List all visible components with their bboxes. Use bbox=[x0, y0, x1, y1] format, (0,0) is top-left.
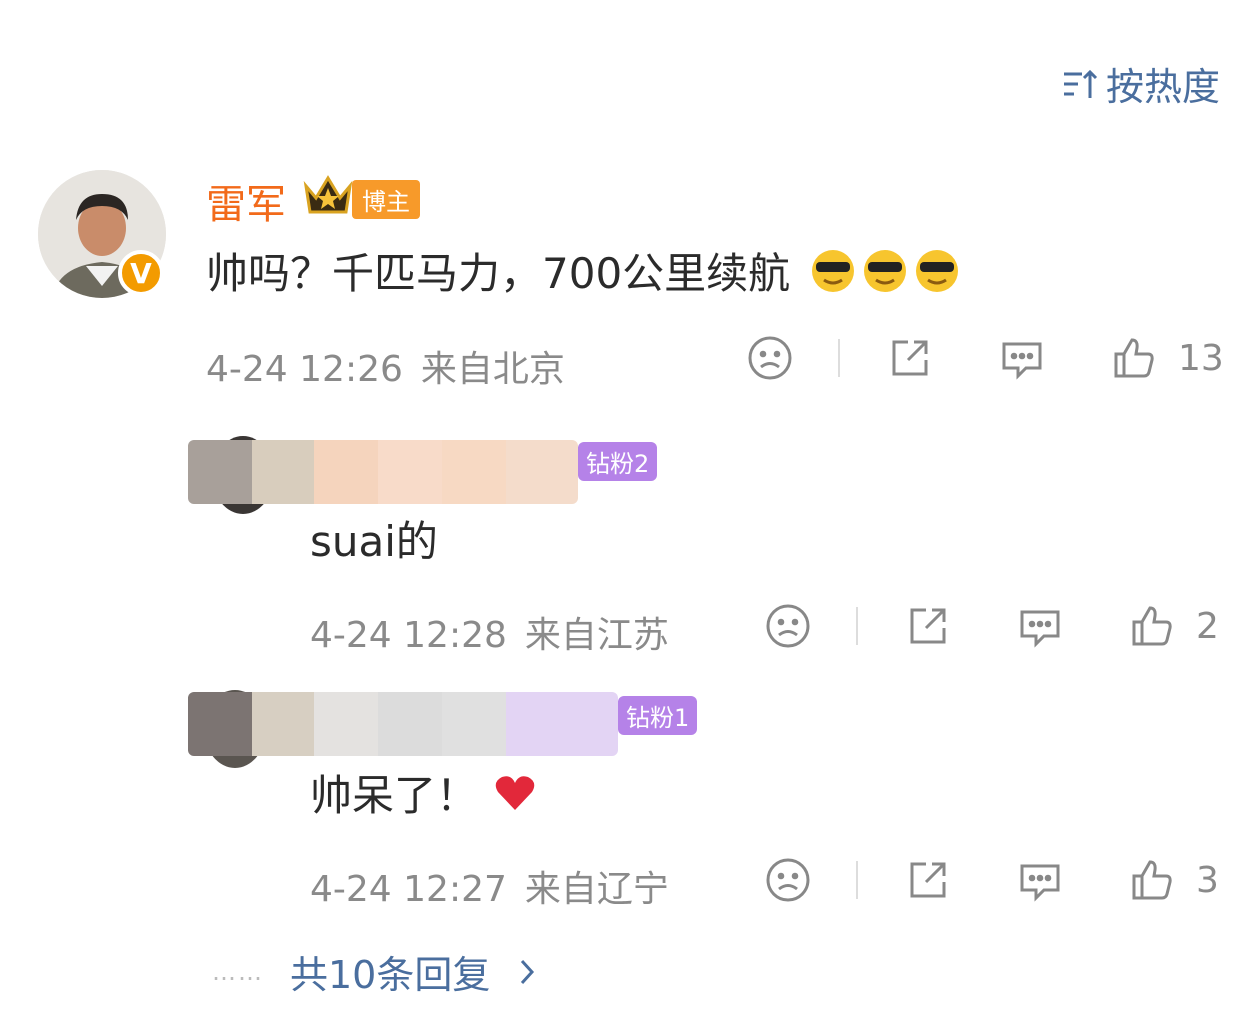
like-count: 2 bbox=[1196, 605, 1219, 647]
dots-separator: …… bbox=[212, 957, 264, 986]
main-comment-actions: 13 bbox=[746, 334, 1224, 382]
reply-actions: 2 bbox=[764, 602, 1219, 650]
main-comment-text: 帅吗？千匹马力，700公里续航 bbox=[206, 240, 960, 301]
more-replies-label: 共10条回复 bbox=[290, 953, 491, 997]
redacted-username bbox=[188, 440, 578, 504]
divider bbox=[856, 607, 858, 645]
sort-label: 按热度 bbox=[1105, 65, 1220, 109]
chevron-right-icon bbox=[521, 959, 535, 984]
timestamp: 4-24 12:28 bbox=[310, 615, 507, 656]
author-name[interactable]: 雷军 bbox=[206, 172, 286, 230]
blogger-badge: 博主 bbox=[352, 180, 420, 219]
comment-icon[interactable] bbox=[1016, 602, 1064, 650]
dislike-face-icon[interactable] bbox=[764, 602, 812, 650]
divider bbox=[838, 339, 840, 377]
redacted-username bbox=[188, 692, 618, 756]
red-heart-emoji bbox=[495, 775, 535, 810]
dislike-face-icon[interactable] bbox=[746, 334, 794, 382]
comment-icon[interactable] bbox=[998, 334, 1046, 382]
like-icon[interactable] bbox=[1110, 334, 1158, 382]
comment-icon[interactable] bbox=[1016, 856, 1064, 904]
timestamp: 4-24 12:27 bbox=[310, 869, 507, 910]
timestamp: 4-24 12:26 bbox=[206, 349, 403, 390]
location: 来自辽宁 bbox=[524, 869, 669, 910]
fan-level-badge: 钻粉2 bbox=[578, 442, 658, 481]
dislike-face-icon[interactable] bbox=[764, 856, 812, 904]
reply-actions: 3 bbox=[764, 856, 1219, 904]
cool-face-emoji bbox=[864, 249, 907, 292]
like-count: 3 bbox=[1196, 859, 1219, 901]
location: 来自江苏 bbox=[524, 615, 669, 656]
reply-content: 帅呆了！ bbox=[310, 771, 479, 820]
reply-meta: 4-24 12:27 来自辽宁 bbox=[310, 860, 669, 912]
cool-face-emoji bbox=[812, 249, 855, 292]
sort-icon bbox=[1063, 69, 1098, 98]
crown-icon bbox=[303, 175, 353, 214]
like-icon[interactable] bbox=[1128, 602, 1176, 650]
divider bbox=[856, 861, 858, 899]
like-icon[interactable] bbox=[1128, 856, 1176, 904]
verified-v-icon: V bbox=[118, 250, 164, 296]
reply-text: 帅呆了！ bbox=[310, 762, 538, 823]
sort-by-hot-button[interactable]: 按热度 bbox=[1060, 56, 1220, 111]
reply-content: suai的 bbox=[310, 517, 438, 566]
reply-text: suai的 bbox=[310, 508, 438, 569]
fan-level-badge: 钻粉1 bbox=[618, 696, 698, 735]
location: 来自北京 bbox=[420, 349, 565, 390]
like-count: 13 bbox=[1178, 337, 1224, 379]
share-icon[interactable] bbox=[904, 856, 952, 904]
share-icon[interactable] bbox=[904, 602, 952, 650]
comment-text: 帅吗？千匹马力，700公里续航 bbox=[206, 249, 791, 298]
more-replies-link[interactable]: …… 共10条回复 bbox=[212, 944, 538, 999]
main-comment-meta: 4-24 12:26 来自北京 bbox=[206, 340, 565, 392]
share-icon[interactable] bbox=[886, 334, 934, 382]
cool-face-emoji bbox=[916, 249, 959, 292]
reply-meta: 4-24 12:28 来自江苏 bbox=[310, 606, 669, 658]
